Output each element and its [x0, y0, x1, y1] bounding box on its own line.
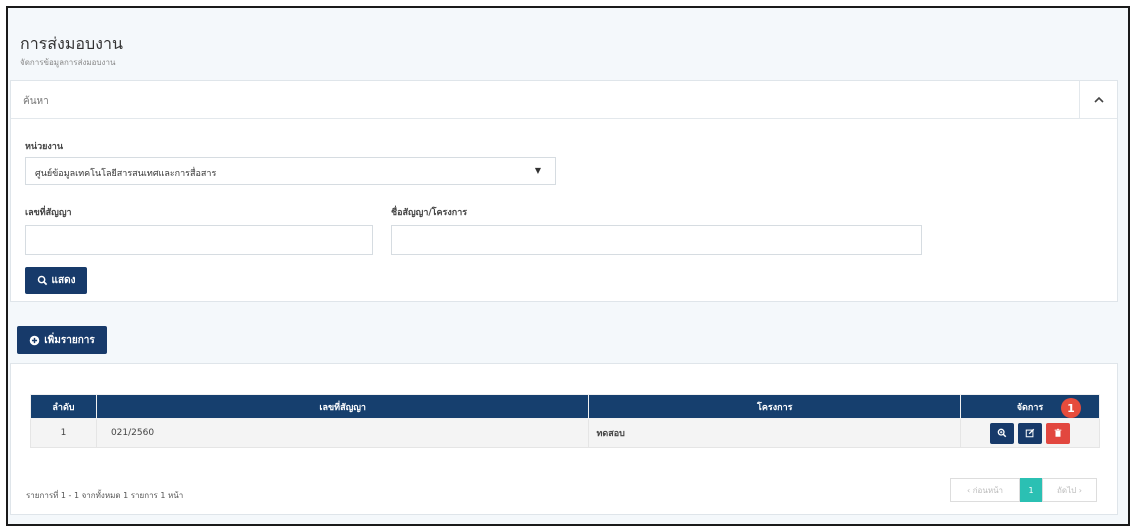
annotation-marker: 1 [1061, 398, 1081, 418]
agency-label: หน่วยงาน [25, 142, 64, 152]
delete-button[interactable] [1046, 422, 1071, 444]
page-subtitle: จัดการข้อมูลการส่งมอบงาน [20, 58, 116, 67]
pagination-summary: รายการที่ 1 - 1 จากทั้งหมด 1 รายการ 1 หน… [26, 491, 184, 500]
row-no: 1 [30, 418, 97, 448]
chevron-up-icon [1093, 96, 1104, 103]
header-project[interactable]: โครงการ [588, 394, 962, 419]
next-page-button[interactable]: ถัดไป › [1042, 478, 1097, 502]
header-no[interactable]: ลำดับ [30, 394, 97, 419]
results-table: ลำดับ เลขที่สัญญา โครงการ จัดการ 1 021/2… [30, 394, 1100, 448]
table-header-row: ลำดับ เลขที่สัญญา โครงการ จัดการ [30, 394, 1100, 419]
show-button[interactable]: แสดง [25, 267, 87, 294]
agency-select-value: ศูนย์ข้อมูลเทคโนโลยีสารสนเทศและการสื่อสา… [35, 169, 217, 179]
plus-circle-icon [29, 335, 40, 345]
caret-down-icon: ▼ [534, 166, 541, 175]
search-panel-title: ค้นหา [23, 96, 49, 107]
row-project: ทดสอบ [588, 418, 962, 448]
add-item-button-label: เพิ่มรายการ [44, 334, 95, 346]
row-contract: 021/2560 [95, 418, 590, 448]
agency-select[interactable]: ศูนย์ข้อมูลเทคโนโลยีสารสนเทศและการสื่อสา… [25, 157, 556, 185]
project-name-label: ชื่อสัญญา/โครงการ [391, 208, 468, 218]
search-panel-header[interactable]: ค้นหา [11, 81, 1117, 119]
table-row: 1 021/2560 ทดสอบ [30, 418, 1100, 448]
header-contract[interactable]: เลขที่สัญญา [95, 394, 590, 419]
view-button[interactable] [990, 422, 1015, 444]
page-title: การส่งมอบงาน [20, 34, 123, 53]
contract-number-label: เลขที่สัญญา [25, 208, 72, 218]
prev-page-button[interactable]: ‹ ก่อนหน้า [950, 478, 1020, 502]
zoom-icon [997, 428, 1007, 438]
add-item-button[interactable]: เพิ่มรายการ [17, 326, 107, 354]
edit-icon [1025, 428, 1035, 438]
show-button-label: แสดง [51, 275, 76, 286]
current-page-button[interactable]: 1 [1020, 478, 1042, 502]
trash-icon [1054, 428, 1062, 437]
project-name-input[interactable] [391, 225, 922, 255]
search-icon [37, 275, 47, 286]
pagination: ‹ ก่อนหน้า 1 ถัดไป › [950, 478, 1097, 502]
collapse-button[interactable] [1079, 81, 1117, 119]
row-actions [960, 418, 1100, 448]
edit-button[interactable] [1018, 422, 1043, 444]
contract-number-input[interactable] [25, 225, 373, 255]
search-panel: ค้นหา หน่วยงาน ศูนย์ข้อมูลเทคโนโลยีสารสน… [10, 80, 1118, 302]
